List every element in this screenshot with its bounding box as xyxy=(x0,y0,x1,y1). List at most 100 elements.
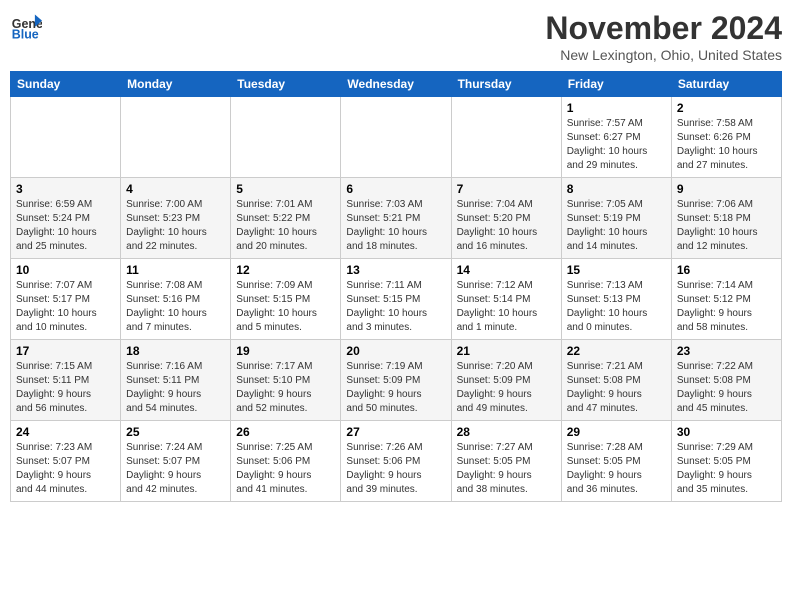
day-info: Sunrise: 7:15 AM Sunset: 5:11 PM Dayligh… xyxy=(16,360,115,416)
day-info: Sunrise: 7:23 AM Sunset: 5:07 PM Dayligh… xyxy=(16,441,115,497)
calendar-cell: 25 Sunrise: 7:24 AM Sunset: 5:07 PM Dayli… xyxy=(121,421,231,502)
calendar-cell: 20 Sunrise: 7:19 AM Sunset: 5:09 PM Dayli… xyxy=(341,340,451,421)
day-number: 13 xyxy=(346,263,445,277)
calendar-table: SundayMondayTuesdayWednesdayThursdayFrid… xyxy=(10,71,782,502)
calendar-cell: 8Sunrise: 7:05 AM Sunset: 5:19 PM Daylig… xyxy=(561,178,671,259)
day-header-saturday: Saturday xyxy=(671,72,781,97)
day-info: Sunrise: 7:57 AM Sunset: 6:27 PM Dayligh… xyxy=(567,117,666,173)
day-info: Sunrise: 7:58 AM Sunset: 6:26 PM Dayligh… xyxy=(677,117,776,173)
day-info: Sunrise: 7:17 AM Sunset: 5:10 PM Dayligh… xyxy=(236,360,335,416)
calendar-cell xyxy=(451,97,561,178)
calendar-cell: 14Sunrise: 7:12 AM Sunset: 5:14 PM Dayli… xyxy=(451,259,561,340)
day-number: 22 xyxy=(567,344,666,358)
day-number: 10 xyxy=(16,263,115,277)
calendar-cell: 29Sunrise: 7:28 AM Sunset: 5:05 PM Dayli… xyxy=(561,421,671,502)
day-number: 3 xyxy=(16,182,115,196)
calendar-cell: 24 Sunrise: 7:23 AM Sunset: 5:07 PM Dayli… xyxy=(11,421,121,502)
day-number: 7 xyxy=(457,182,556,196)
calendar-cell xyxy=(11,97,121,178)
calendar-cell: 19 Sunrise: 7:17 AM Sunset: 5:10 PM Dayli… xyxy=(231,340,341,421)
day-info: Sunrise: 7:08 AM Sunset: 5:16 PM Dayligh… xyxy=(126,279,225,335)
day-info: Sunrise: 7:13 AM Sunset: 5:13 PM Dayligh… xyxy=(567,279,666,335)
day-header-thursday: Thursday xyxy=(451,72,561,97)
svg-text:Blue: Blue xyxy=(12,27,39,41)
day-number: 27 xyxy=(346,425,445,439)
week-row: 10 Sunrise: 7:07 AM Sunset: 5:17 PM Dayli… xyxy=(11,259,782,340)
week-row: 17 Sunrise: 7:15 AM Sunset: 5:11 PM Dayli… xyxy=(11,340,782,421)
day-info: Sunrise: 7:26 AM Sunset: 5:06 PM Dayligh… xyxy=(346,441,445,497)
day-number: 1 xyxy=(567,101,666,115)
day-header-wednesday: Wednesday xyxy=(341,72,451,97)
calendar-cell xyxy=(231,97,341,178)
calendar-cell: 6 Sunrise: 7:03 AM Sunset: 5:21 PM Daylig… xyxy=(341,178,451,259)
calendar-cell xyxy=(121,97,231,178)
calendar-cell: 28Sunrise: 7:27 AM Sunset: 5:05 PM Dayli… xyxy=(451,421,561,502)
day-number: 8 xyxy=(567,182,666,196)
calendar-cell: 22 Sunrise: 7:21 AM Sunset: 5:08 PM Dayli… xyxy=(561,340,671,421)
calendar-cell: 15 Sunrise: 7:13 AM Sunset: 5:13 PM Dayli… xyxy=(561,259,671,340)
calendar-cell: 23 Sunrise: 7:22 AM Sunset: 5:08 PM Dayli… xyxy=(671,340,781,421)
day-number: 23 xyxy=(677,344,776,358)
day-info: Sunrise: 7:24 AM Sunset: 5:07 PM Dayligh… xyxy=(126,441,225,497)
day-number: 25 xyxy=(126,425,225,439)
day-number: 9 xyxy=(677,182,776,196)
day-header-sunday: Sunday xyxy=(11,72,121,97)
day-number: 11 xyxy=(126,263,225,277)
day-info: Sunrise: 7:12 AM Sunset: 5:14 PM Dayligh… xyxy=(457,279,556,335)
day-number: 21 xyxy=(457,344,556,358)
day-number: 26 xyxy=(236,425,335,439)
calendar-cell: 5Sunrise: 7:01 AM Sunset: 5:22 PM Daylig… xyxy=(231,178,341,259)
day-info: Sunrise: 7:04 AM Sunset: 5:20 PM Dayligh… xyxy=(457,198,556,254)
day-header-tuesday: Tuesday xyxy=(231,72,341,97)
day-number: 29 xyxy=(567,425,666,439)
day-info: Sunrise: 7:07 AM Sunset: 5:17 PM Dayligh… xyxy=(16,279,115,335)
month-title: November 2024 xyxy=(545,10,782,47)
calendar-cell: 27 Sunrise: 7:26 AM Sunset: 5:06 PM Dayli… xyxy=(341,421,451,502)
calendar-header-row: SundayMondayTuesdayWednesdayThursdayFrid… xyxy=(11,72,782,97)
day-info: Sunrise: 7:25 AM Sunset: 5:06 PM Dayligh… xyxy=(236,441,335,497)
location: New Lexington, Ohio, United States xyxy=(545,47,782,63)
day-number: 28 xyxy=(457,425,556,439)
calendar-cell: 30 Sunrise: 7:29 AM Sunset: 5:05 PM Dayli… xyxy=(671,421,781,502)
day-number: 2 xyxy=(677,101,776,115)
week-row: 1 Sunrise: 7:57 AM Sunset: 6:27 PM Daylig… xyxy=(11,97,782,178)
day-number: 19 xyxy=(236,344,335,358)
day-info: Sunrise: 7:21 AM Sunset: 5:08 PM Dayligh… xyxy=(567,360,666,416)
day-number: 6 xyxy=(346,182,445,196)
day-info: Sunrise: 7:22 AM Sunset: 5:08 PM Dayligh… xyxy=(677,360,776,416)
day-number: 16 xyxy=(677,263,776,277)
logo: General Blue xyxy=(10,10,42,42)
day-number: 24 xyxy=(16,425,115,439)
title-area: November 2024 New Lexington, Ohio, Unite… xyxy=(545,10,782,63)
day-info: Sunrise: 7:00 AM Sunset: 5:23 PM Dayligh… xyxy=(126,198,225,254)
week-row: 24 Sunrise: 7:23 AM Sunset: 5:07 PM Dayli… xyxy=(11,421,782,502)
day-info: Sunrise: 7:19 AM Sunset: 5:09 PM Dayligh… xyxy=(346,360,445,416)
day-header-friday: Friday xyxy=(561,72,671,97)
day-info: Sunrise: 7:29 AM Sunset: 5:05 PM Dayligh… xyxy=(677,441,776,497)
day-number: 15 xyxy=(567,263,666,277)
calendar-cell: 7 Sunrise: 7:04 AM Sunset: 5:20 PM Daylig… xyxy=(451,178,561,259)
calendar-cell: 17 Sunrise: 7:15 AM Sunset: 5:11 PM Dayli… xyxy=(11,340,121,421)
day-info: Sunrise: 7:11 AM Sunset: 5:15 PM Dayligh… xyxy=(346,279,445,335)
day-info: Sunrise: 7:20 AM Sunset: 5:09 PM Dayligh… xyxy=(457,360,556,416)
header: General Blue November 2024 New Lexington… xyxy=(10,10,782,63)
day-number: 18 xyxy=(126,344,225,358)
calendar-cell: 16 Sunrise: 7:14 AM Sunset: 5:12 PM Dayli… xyxy=(671,259,781,340)
day-number: 17 xyxy=(16,344,115,358)
day-info: Sunrise: 7:03 AM Sunset: 5:21 PM Dayligh… xyxy=(346,198,445,254)
calendar-cell: 13 Sunrise: 7:11 AM Sunset: 5:15 PM Dayli… xyxy=(341,259,451,340)
calendar-cell: 10 Sunrise: 7:07 AM Sunset: 5:17 PM Dayli… xyxy=(11,259,121,340)
calendar-cell: 4Sunrise: 7:00 AM Sunset: 5:23 PM Daylig… xyxy=(121,178,231,259)
day-number: 5 xyxy=(236,182,335,196)
calendar-cell: 9 Sunrise: 7:06 AM Sunset: 5:18 PM Daylig… xyxy=(671,178,781,259)
calendar-cell: 3 Sunrise: 6:59 AM Sunset: 5:24 PM Daylig… xyxy=(11,178,121,259)
calendar-cell: 21 Sunrise: 7:20 AM Sunset: 5:09 PM Dayli… xyxy=(451,340,561,421)
day-info: Sunrise: 7:16 AM Sunset: 5:11 PM Dayligh… xyxy=(126,360,225,416)
calendar-cell: 2 Sunrise: 7:58 AM Sunset: 6:26 PM Daylig… xyxy=(671,97,781,178)
day-number: 20 xyxy=(346,344,445,358)
day-info: Sunrise: 7:06 AM Sunset: 5:18 PM Dayligh… xyxy=(677,198,776,254)
day-info: Sunrise: 6:59 AM Sunset: 5:24 PM Dayligh… xyxy=(16,198,115,254)
day-header-monday: Monday xyxy=(121,72,231,97)
day-number: 30 xyxy=(677,425,776,439)
day-info: Sunrise: 7:14 AM Sunset: 5:12 PM Dayligh… xyxy=(677,279,776,335)
